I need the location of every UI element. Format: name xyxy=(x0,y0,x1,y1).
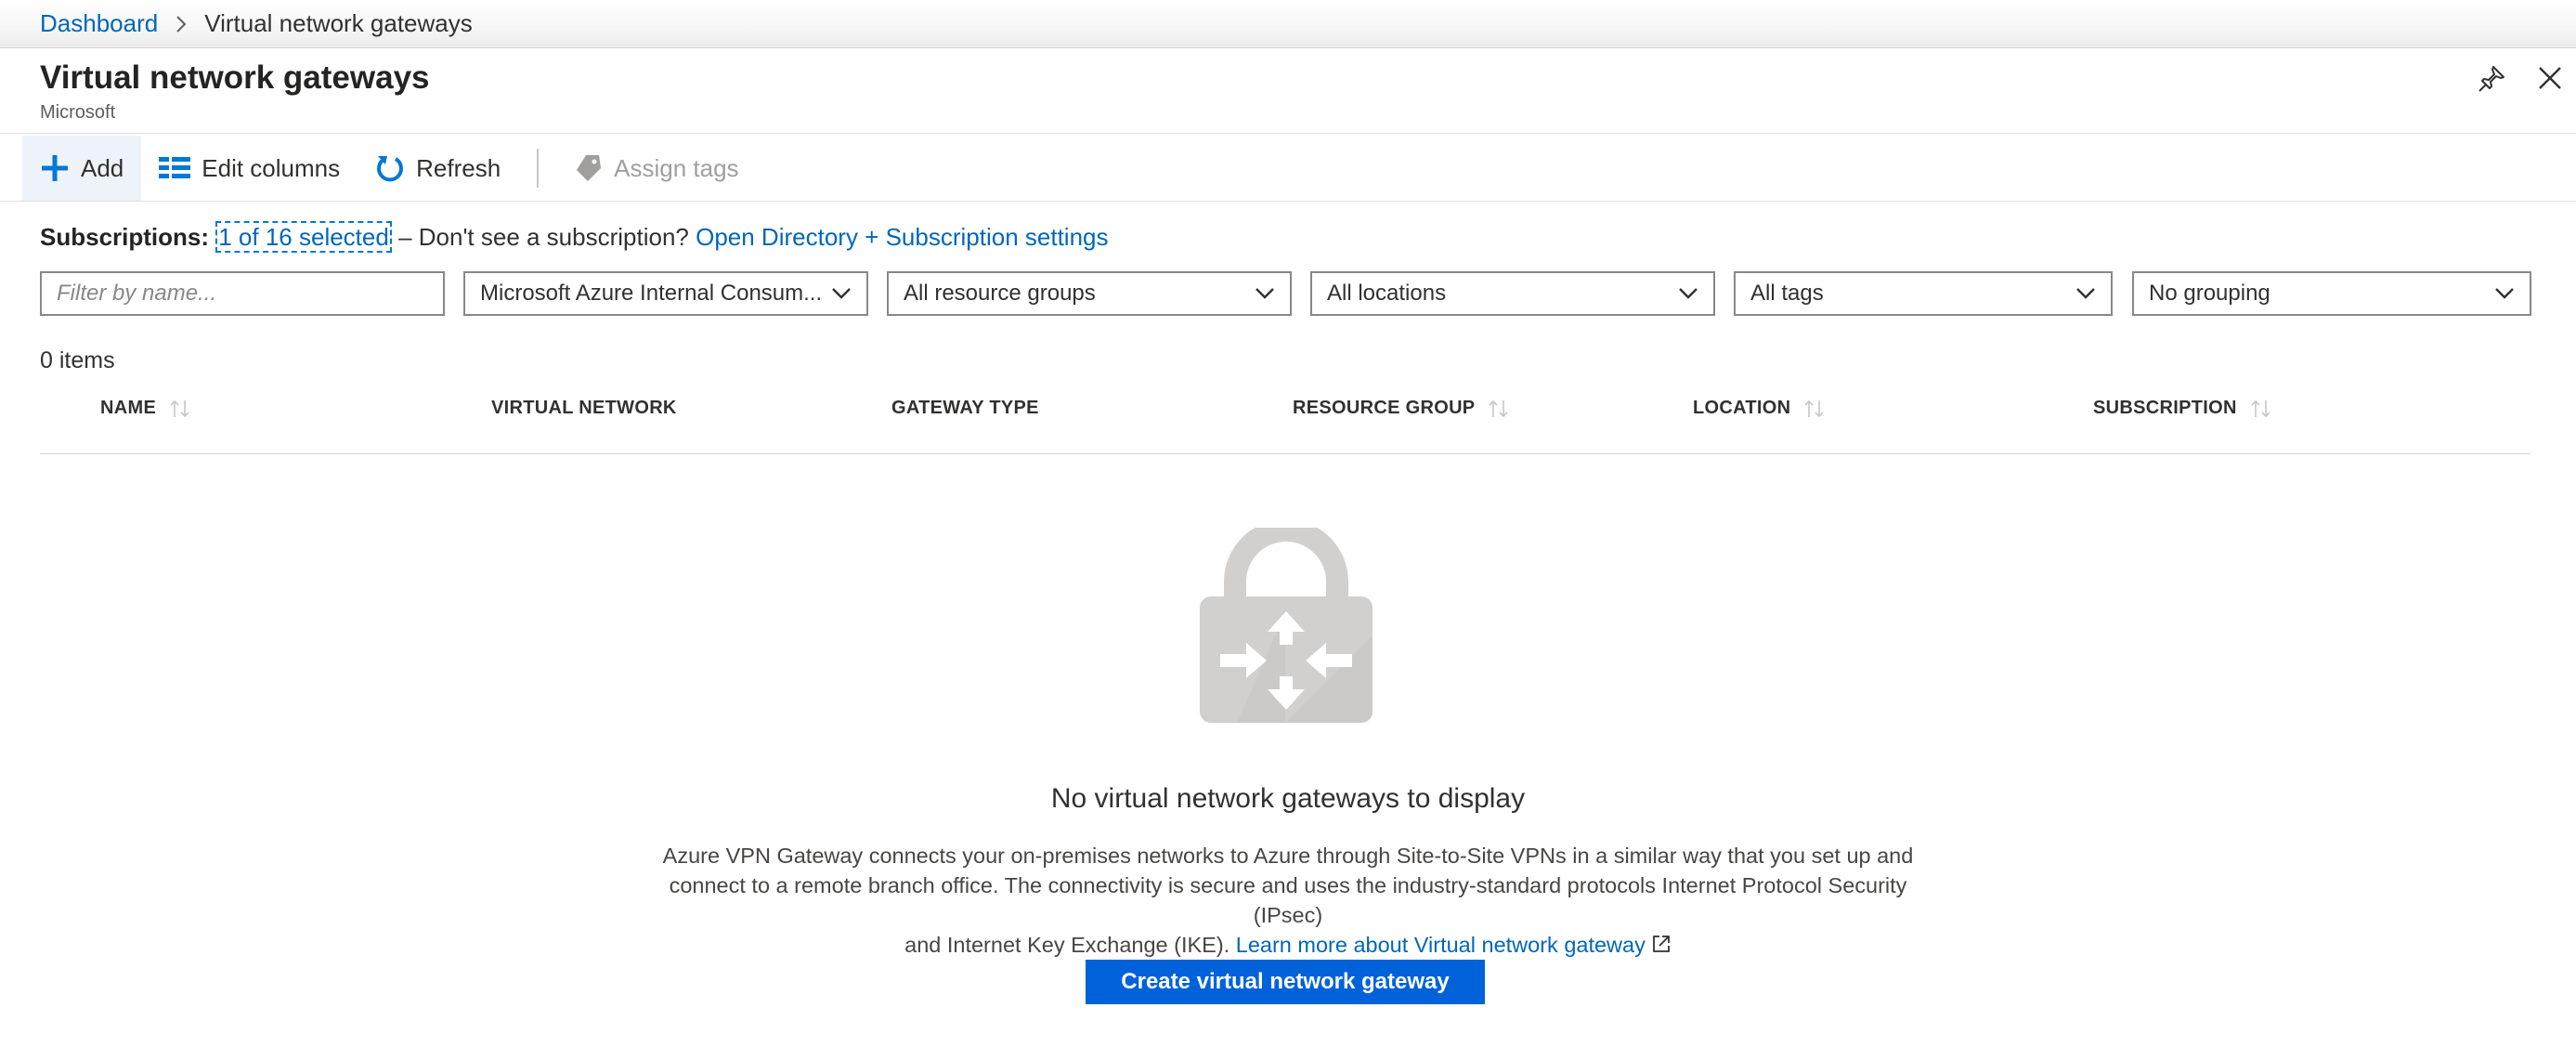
edit-columns-button[interactable]: Edit columns xyxy=(141,136,358,201)
refresh-icon xyxy=(377,156,404,182)
empty-state-line-with-link: and Internet Key Exchange (IKE). Learn m… xyxy=(638,930,1938,960)
add-button[interactable]: Add xyxy=(22,136,142,201)
pin-icon[interactable] xyxy=(2476,63,2507,95)
learn-more-label: Learn more about Virtual network gateway xyxy=(1235,933,1646,957)
column-header-label: NAME xyxy=(100,398,157,418)
chevron-down-icon xyxy=(1255,288,1274,299)
subscription-settings-link[interactable]: Open Directory + Subscription settings xyxy=(696,223,1108,251)
column-header-label: SUBSCRIPTION xyxy=(2093,398,2237,418)
toolbar-separator xyxy=(537,149,540,188)
grouping-dropdown-value: No grouping xyxy=(2149,281,2270,306)
chevron-down-icon xyxy=(1679,288,1698,299)
column-header-label: VIRTUAL NETWORK xyxy=(491,398,677,418)
empty-state-line: connect to a remote branch office. The c… xyxy=(669,873,1907,927)
subscriptions-prompt: – Don't see a subscription? xyxy=(398,223,689,251)
plus-icon xyxy=(42,155,68,181)
column-header-label: GATEWAY TYPE xyxy=(891,398,1039,418)
external-link-icon xyxy=(1652,936,1670,952)
breadcrumb-dashboard-link[interactable]: Dashboard xyxy=(40,9,158,38)
learn-more-link[interactable]: Learn more about Virtual network gateway xyxy=(1236,933,1672,957)
add-button-label: Add xyxy=(81,153,124,182)
breadcrumb: Dashboard Virtual network gateways xyxy=(0,0,2576,48)
column-header-name[interactable]: NAME xyxy=(100,398,191,419)
location-dropdown[interactable]: All locations xyxy=(1310,271,1715,316)
filter-by-name-input[interactable] xyxy=(57,281,428,307)
filter-by-name-field[interactable] xyxy=(40,271,445,316)
resource-group-dropdown-value: All resource groups xyxy=(904,281,1096,306)
command-bar: Add Edit columns Refresh Assign tags xyxy=(22,136,757,201)
empty-state-title: No virtual network gateways to display xyxy=(1050,783,1526,814)
column-header-location[interactable]: LOCATION xyxy=(1693,398,1826,419)
empty-state-line: and Internet Key Exchange (IKE). xyxy=(904,933,1230,957)
column-header-label: LOCATION xyxy=(1693,398,1791,418)
resource-group-dropdown[interactable]: All resource groups xyxy=(887,271,1292,316)
chevron-down-icon xyxy=(2495,288,2514,299)
sort-icon xyxy=(2251,399,2270,417)
table-header-divider xyxy=(40,453,2530,454)
vpn-gateway-icon xyxy=(1200,519,1373,723)
breadcrumb-current: Virtual network gateways xyxy=(204,9,473,37)
refresh-label: Refresh xyxy=(416,153,501,182)
grouping-dropdown[interactable]: No grouping xyxy=(2132,271,2531,316)
column-header-label: RESOURCE GROUP xyxy=(1293,398,1476,418)
subscriptions-line: Subscriptions: 1 of 16 selected – Don't … xyxy=(40,221,1108,253)
chevron-down-icon xyxy=(832,288,851,299)
page-subtitle: Microsoft xyxy=(40,102,116,123)
location-dropdown-value: All locations xyxy=(1327,281,1447,306)
column-header-gateway-type[interactable]: GATEWAY TYPE xyxy=(891,398,1039,419)
sort-icon xyxy=(1489,399,1509,417)
assign-tags-label: Assign tags xyxy=(614,153,739,182)
item-count: 0 items xyxy=(40,347,115,373)
subscriptions-label: Subscriptions: xyxy=(40,223,210,251)
close-icon[interactable] xyxy=(2535,63,2565,93)
empty-state-line: Azure VPN Gateway connects your on-premi… xyxy=(662,844,1914,868)
column-header-resource-group[interactable]: RESOURCE GROUP xyxy=(1293,398,1510,419)
chevron-down-icon xyxy=(2076,288,2095,299)
refresh-button[interactable]: Refresh xyxy=(358,136,518,201)
edit-columns-label: Edit columns xyxy=(202,153,341,182)
assign-tags-button[interactable]: Assign tags xyxy=(557,136,756,201)
column-header-subscription[interactable]: SUBSCRIPTION xyxy=(2093,398,2272,419)
subscription-dropdown-value: Microsoft Azure Internal Consum... xyxy=(480,281,823,306)
create-virtual-network-gateway-button[interactable]: Create virtual network gateway xyxy=(1086,960,1485,1004)
page-title: Virtual network gateways xyxy=(40,59,430,96)
columns-icon xyxy=(159,157,191,178)
empty-state-description: Azure VPN Gateway connects your on-premi… xyxy=(638,841,1938,960)
tags-dropdown[interactable]: All tags xyxy=(1734,271,2113,316)
header-divider xyxy=(0,133,2576,134)
column-header-virtual-network[interactable]: VIRTUAL NETWORK xyxy=(491,398,677,419)
subscriptions-selected-link[interactable]: 1 of 16 selected xyxy=(215,221,392,253)
sort-icon xyxy=(1804,399,1824,417)
toolbar-divider xyxy=(0,201,2576,202)
subscription-dropdown[interactable]: Microsoft Azure Internal Consum... xyxy=(463,271,868,316)
chevron-right-icon xyxy=(175,15,188,33)
tag-icon xyxy=(577,155,602,181)
tags-dropdown-value: All tags xyxy=(1750,281,1824,306)
sort-icon xyxy=(170,399,189,417)
